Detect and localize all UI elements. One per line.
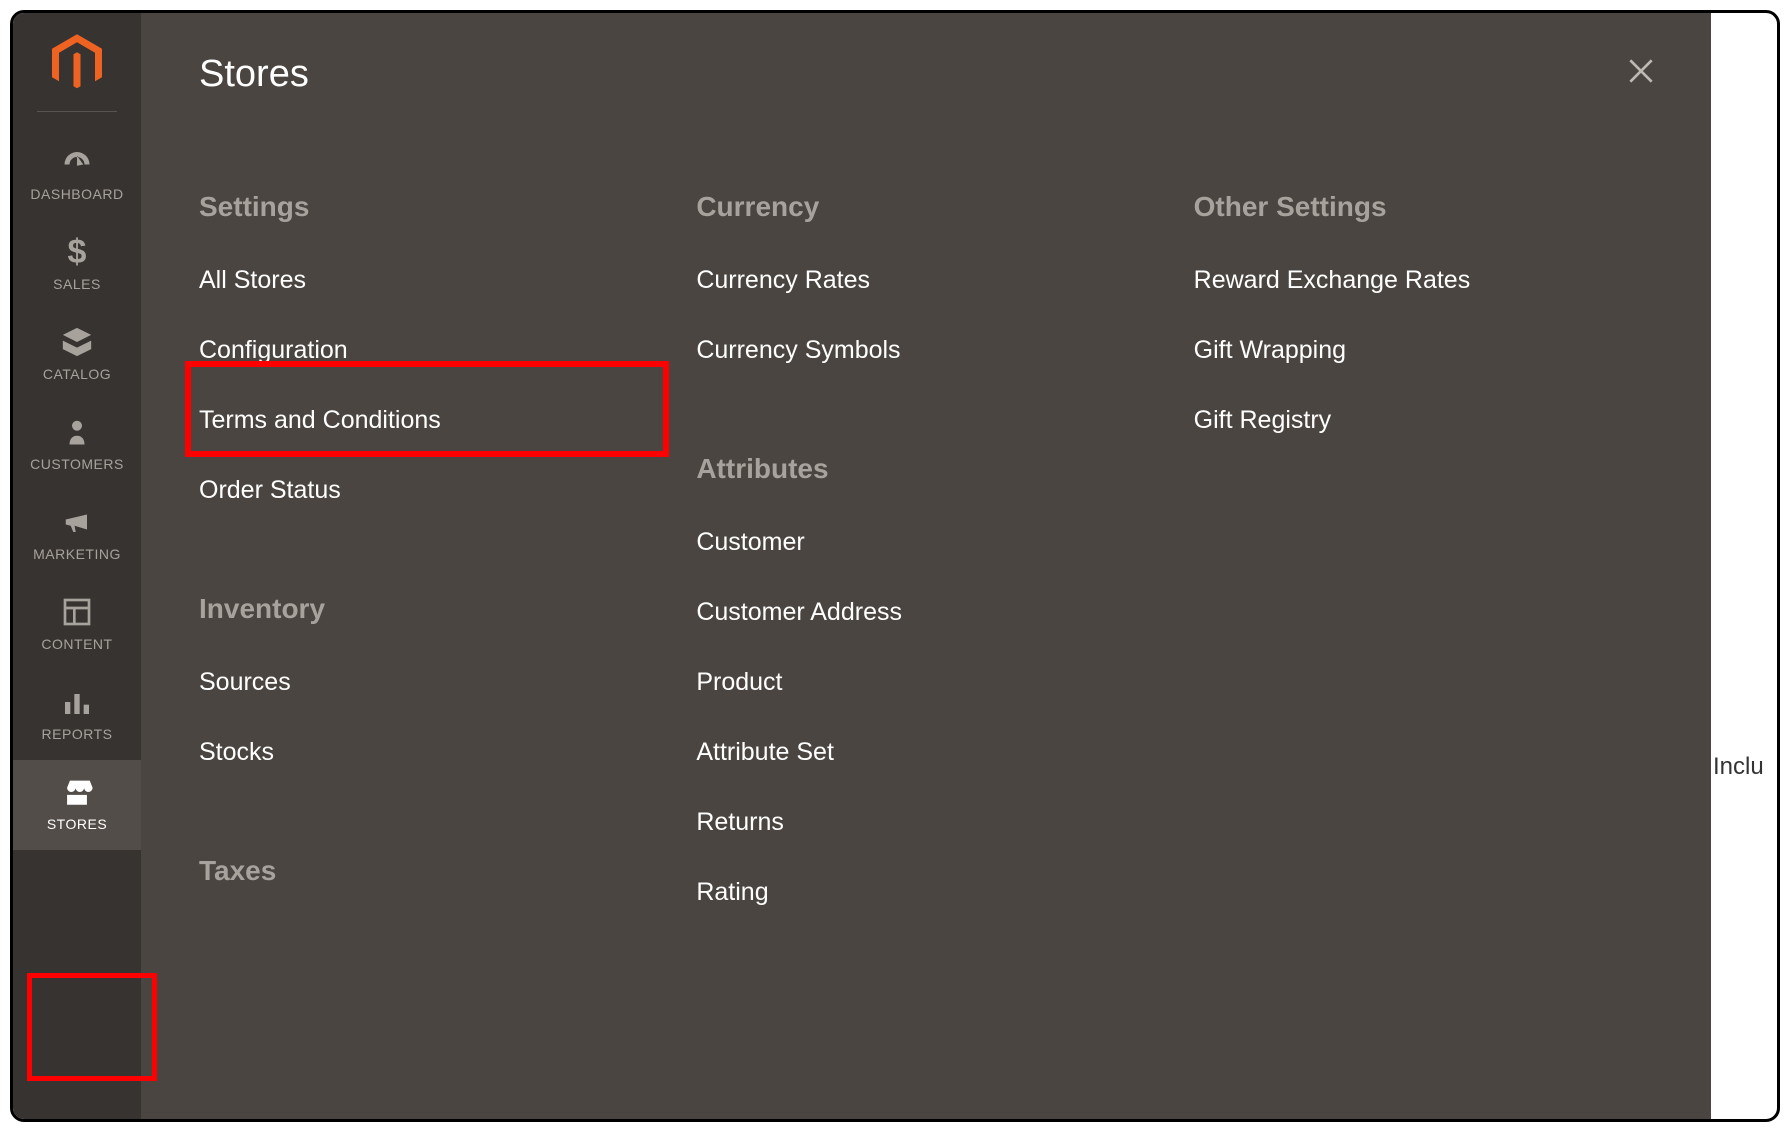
flyout-col-3: Other Settings Reward Exchange Rates Gif… xyxy=(1194,191,1651,1119)
bars-icon xyxy=(57,684,97,720)
person-icon xyxy=(57,414,97,450)
menu-link-terms-conditions[interactable]: Terms and Conditions xyxy=(199,405,656,435)
close-icon xyxy=(1625,55,1657,92)
dollar-icon: $ xyxy=(57,234,97,270)
sidebar-item-sales[interactable]: $ SALES xyxy=(13,220,141,310)
sidebar-label: MARKETING xyxy=(33,546,121,562)
group-heading-inventory: Inventory xyxy=(199,593,656,625)
sidebar-item-marketing[interactable]: MARKETING xyxy=(13,490,141,580)
group-heading-currency: Currency xyxy=(696,191,1153,223)
menu-link-gift-wrapping[interactable]: Gift Wrapping xyxy=(1194,335,1651,365)
menu-link-all-stores[interactable]: All Stores xyxy=(199,265,656,295)
menu-link-currency-symbols[interactable]: Currency Symbols xyxy=(696,335,1153,365)
magento-logo[interactable] xyxy=(49,31,105,95)
menu-link-stocks[interactable]: Stocks xyxy=(199,737,656,767)
storefront-icon xyxy=(57,774,97,810)
menu-link-gift-registry[interactable]: Gift Registry xyxy=(1194,405,1651,435)
sidebar-item-content[interactable]: CONTENT xyxy=(13,580,141,670)
admin-sidebar: DASHBOARD $ SALES CATALOG CUSTOMERS MARK… xyxy=(13,13,141,1119)
sidebar-label: CONTENT xyxy=(41,636,112,652)
group-heading-taxes: Taxes xyxy=(199,855,656,887)
sidebar-divider xyxy=(37,111,117,112)
menu-link-customer[interactable]: Customer xyxy=(696,527,1153,557)
stores-flyout: Stores Settings All Stores Configuration… xyxy=(141,13,1711,1119)
sidebar-label: DASHBOARD xyxy=(30,186,123,202)
background-partial-text: Inclu xyxy=(1713,753,1764,781)
group-heading-settings: Settings xyxy=(199,191,656,223)
menu-link-customer-address[interactable]: Customer Address xyxy=(696,597,1153,627)
sidebar-item-customers[interactable]: CUSTOMERS xyxy=(13,400,141,490)
group-heading-other-settings: Other Settings xyxy=(1194,191,1651,223)
gauge-icon xyxy=(57,144,97,180)
menu-link-order-status[interactable]: Order Status xyxy=(199,475,656,505)
menu-link-product[interactable]: Product xyxy=(696,667,1153,697)
menu-link-rating[interactable]: Rating xyxy=(696,877,1153,907)
sidebar-item-stores[interactable]: STORES xyxy=(13,760,141,850)
sidebar-label: REPORTS xyxy=(42,726,113,742)
menu-link-attribute-set[interactable]: Attribute Set xyxy=(696,737,1153,767)
sidebar-label: CUSTOMERS xyxy=(30,456,124,472)
group-heading-attributes: Attributes xyxy=(696,453,1153,485)
app-frame: Inclu DASHBOARD $ SALES CATALOG xyxy=(10,10,1780,1122)
flyout-columns: Settings All Stores Configuration Terms … xyxy=(199,191,1651,1119)
sidebar-label: CATALOG xyxy=(43,366,111,382)
menu-link-sources[interactable]: Sources xyxy=(199,667,656,697)
sidebar-label: SALES xyxy=(53,276,101,292)
close-button[interactable] xyxy=(1619,51,1663,95)
menu-link-currency-rates[interactable]: Currency Rates xyxy=(696,265,1153,295)
sidebar-item-dashboard[interactable]: DASHBOARD xyxy=(13,130,141,220)
menu-link-reward-exchange[interactable]: Reward Exchange Rates xyxy=(1194,265,1651,295)
megaphone-icon xyxy=(57,504,97,540)
sidebar-item-catalog[interactable]: CATALOG xyxy=(13,310,141,400)
sidebar-label: STORES xyxy=(47,816,107,832)
flyout-col-2: Currency Currency Rates Currency Symbols… xyxy=(696,191,1153,1119)
box-icon xyxy=(57,324,97,360)
layout-icon xyxy=(57,594,97,630)
flyout-col-1: Settings All Stores Configuration Terms … xyxy=(199,191,656,1119)
flyout-title: Stores xyxy=(199,53,309,96)
sidebar-item-reports[interactable]: REPORTS xyxy=(13,670,141,760)
menu-link-returns[interactable]: Returns xyxy=(696,807,1153,837)
menu-link-configuration[interactable]: Configuration xyxy=(199,335,656,365)
